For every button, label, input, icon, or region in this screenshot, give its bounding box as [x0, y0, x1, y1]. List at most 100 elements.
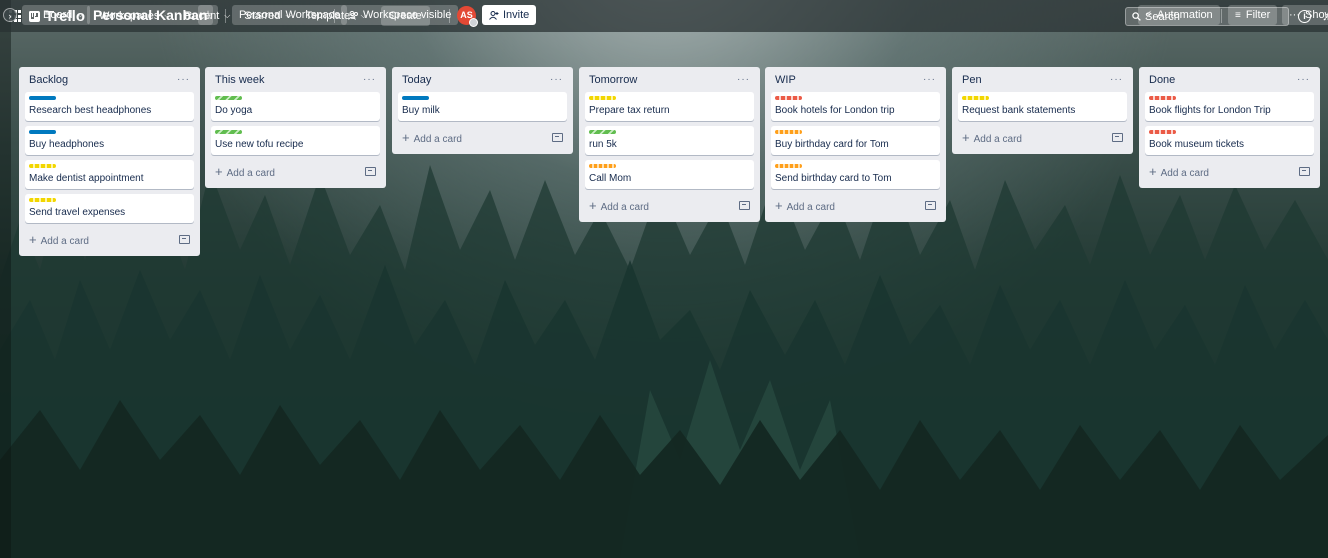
workspace-button[interactable]: Personal Workspace: [232, 5, 348, 25]
card[interactable]: Do yoga: [211, 92, 380, 121]
create-from-template-icon[interactable]: [925, 200, 936, 210]
list-title[interactable]: Tomorrow: [589, 74, 637, 86]
star-icon[interactable]: ☆: [198, 5, 218, 25]
label-blue[interactable]: [29, 130, 56, 134]
automation-button[interactable]: ⚡ Automation: [1138, 5, 1220, 25]
add-card-button[interactable]: + Add a card: [29, 232, 89, 247]
avatar[interactable]: AS: [457, 6, 478, 27]
card-title: Call Mom: [589, 173, 632, 184]
label-green[interactable]: [589, 130, 616, 134]
card-labels: [29, 164, 190, 169]
add-card-row: + Add a card: [25, 228, 194, 250]
list-title[interactable]: Done: [1149, 74, 1175, 86]
label-yellow[interactable]: [29, 198, 56, 202]
card-title: Buy milk: [402, 105, 440, 116]
label-red[interactable]: [775, 96, 802, 100]
list-wip: WIP ··· Book hotels for London trip Buy bir…: [765, 67, 946, 222]
create-from-template-icon[interactable]: [552, 132, 563, 142]
card[interactable]: Send birthday card to Tom: [771, 160, 940, 189]
board-title[interactable]: Personal Kanban: [87, 5, 214, 25]
list-title[interactable]: Pen: [962, 74, 982, 86]
lightning-icon: ⚡: [1145, 9, 1153, 21]
list-header[interactable]: This week ···: [211, 67, 380, 92]
add-card-button[interactable]: + Add a card: [962, 130, 1022, 145]
card-labels: [775, 164, 936, 169]
card[interactable]: Book museum tickets: [1145, 126, 1314, 155]
label-blue[interactable]: [29, 96, 56, 100]
card-title: Request bank statements: [962, 105, 1076, 116]
list-menu-icon[interactable]: ···: [550, 74, 563, 85]
more-icon: ···: [1289, 9, 1300, 21]
label-green[interactable]: [215, 130, 242, 134]
label-yellow[interactable]: [589, 96, 616, 100]
add-card-row: + Add a card: [211, 160, 380, 182]
card[interactable]: run 5k: [585, 126, 754, 155]
label-blue[interactable]: [402, 96, 429, 100]
list-title[interactable]: WIP: [775, 74, 796, 86]
label-orange[interactable]: [775, 164, 802, 168]
create-from-template-icon[interactable]: [1299, 166, 1310, 176]
show-menu-button[interactable]: ··· Show: [1282, 5, 1328, 25]
card[interactable]: Make dentist appointment: [25, 160, 194, 189]
card[interactable]: Buy headphones: [25, 126, 194, 155]
label-orange[interactable]: [775, 130, 802, 134]
card[interactable]: Research best headphones: [25, 92, 194, 121]
add-card-label: Add a card: [600, 201, 649, 213]
card-labels: [589, 96, 750, 101]
invite-button[interactable]: Invite: [482, 5, 537, 25]
card-title: Book flights for London Trip: [1149, 105, 1271, 116]
label-red[interactable]: [1149, 130, 1176, 134]
card[interactable]: Use new tofu recipe: [211, 126, 380, 155]
list-menu-icon[interactable]: ···: [1110, 74, 1123, 85]
sidebar-expand-icon[interactable]: ›: [3, 8, 17, 22]
card-labels: [775, 96, 936, 101]
list-menu-icon[interactable]: ···: [923, 74, 936, 85]
add-card-button[interactable]: + Add a card: [215, 164, 275, 179]
create-from-template-icon[interactable]: [365, 166, 376, 176]
list-header[interactable]: Tomorrow ···: [585, 67, 754, 92]
list-menu-icon[interactable]: ···: [737, 74, 750, 85]
card[interactable]: Book hotels for London trip: [771, 92, 940, 121]
board-view-switcher[interactable]: Board ⌵: [22, 5, 91, 25]
card[interactable]: Send travel expenses: [25, 194, 194, 223]
add-card-button[interactable]: + Add a card: [402, 130, 462, 145]
visibility-button[interactable]: Workspace visible: [341, 5, 459, 25]
label-yellow[interactable]: [962, 96, 989, 100]
card[interactable]: Book flights for London Trip: [1145, 92, 1314, 121]
create-from-template-icon[interactable]: [739, 200, 750, 210]
label-orange[interactable]: [589, 164, 616, 168]
add-card-button[interactable]: + Add a card: [775, 198, 835, 213]
list-header[interactable]: Done ···: [1145, 67, 1314, 92]
chevron-down-icon: ⌵: [77, 10, 84, 19]
add-card-button[interactable]: + Add a card: [589, 198, 649, 213]
card[interactable]: Buy milk: [398, 92, 567, 121]
create-from-template-icon[interactable]: [179, 234, 190, 244]
card-title: run 5k: [589, 139, 617, 150]
card[interactable]: Prepare tax return: [585, 92, 754, 121]
card[interactable]: Call Mom: [585, 160, 754, 189]
add-card-label: Add a card: [413, 133, 462, 145]
list-menu-icon[interactable]: ···: [363, 74, 376, 85]
create-from-template-icon[interactable]: [1112, 132, 1123, 142]
label-green[interactable]: [215, 96, 242, 100]
list-title[interactable]: Today: [402, 74, 431, 86]
list-header[interactable]: Pen ···: [958, 67, 1127, 92]
label-red[interactable]: [1149, 96, 1176, 100]
list-title[interactable]: Backlog: [29, 74, 68, 86]
add-card-button[interactable]: + Add a card: [1149, 164, 1209, 179]
list-header[interactable]: WIP ···: [771, 67, 940, 92]
card[interactable]: Request bank statements: [958, 92, 1127, 121]
filter-button[interactable]: ≡ Filter: [1228, 5, 1278, 25]
card-title: Send birthday card to Tom: [775, 173, 892, 184]
card-labels: [29, 130, 190, 135]
card-title: Do yoga: [215, 105, 253, 116]
list-menu-icon[interactable]: ···: [1297, 74, 1310, 85]
label-yellow[interactable]: [29, 164, 56, 168]
list-menu-icon[interactable]: ···: [177, 74, 190, 85]
list-header[interactable]: Today ···: [398, 67, 567, 92]
list-header[interactable]: Backlog ···: [25, 67, 194, 92]
visibility-label: Workspace visible: [363, 9, 452, 21]
add-card-label: Add a card: [1160, 167, 1209, 179]
card[interactable]: Buy birthday card for Tom: [771, 126, 940, 155]
list-title[interactable]: This week: [215, 74, 265, 86]
